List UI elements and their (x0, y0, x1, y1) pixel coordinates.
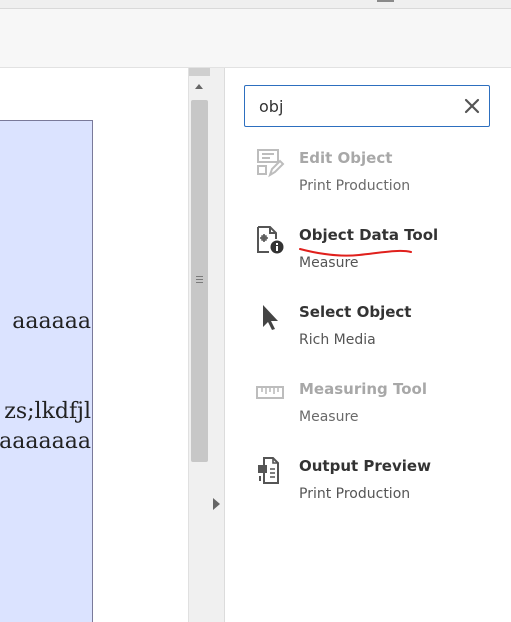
result-title: Select Object (299, 303, 412, 321)
document-text-line: aaaaaa (12, 309, 91, 334)
panel-collapse-strip[interactable] (210, 68, 225, 622)
result-object-data-tool[interactable]: Object Data Tool Measure (225, 225, 511, 295)
vertical-scrollbar[interactable] (188, 68, 212, 622)
result-measuring-tool[interactable]: Measuring Tool Measure (225, 379, 511, 449)
result-category: Measure (299, 409, 359, 425)
result-category: Measure (299, 255, 359, 271)
document-text-box[interactable]: aaaaaa zs;lkdfjl aaaaaaa (0, 120, 93, 622)
scroll-up-arrow-icon[interactable] (195, 84, 203, 89)
result-title: Edit Object (299, 149, 393, 167)
scrollbar-top-cap (189, 68, 211, 76)
search-input[interactable] (259, 95, 449, 117)
toolbar (0, 9, 511, 68)
search-box[interactable] (244, 85, 490, 127)
document-view[interactable]: aaaaaa zs;lkdfjl aaaaaaa (0, 68, 188, 622)
document-text-line: zs;lkdfjl (4, 399, 91, 424)
close-icon[interactable] (463, 97, 481, 115)
tools-search-panel: Edit Object Print Production Object Data… (225, 68, 511, 622)
scrollbar-grip-icon (196, 276, 203, 284)
output-preview-icon (255, 456, 285, 486)
result-title: Output Preview (299, 457, 431, 475)
scrollbar-thumb[interactable] (191, 100, 208, 462)
window-handle (377, 0, 394, 2)
result-title: Object Data Tool (299, 226, 439, 244)
result-output-preview[interactable]: Output Preview Print Production (225, 456, 511, 526)
result-select-object[interactable]: Select Object Rich Media (225, 302, 511, 372)
select-object-icon (255, 302, 285, 332)
edit-object-icon (255, 148, 285, 178)
collapse-arrow-icon[interactable] (213, 498, 220, 510)
result-category: Print Production (299, 486, 411, 502)
result-category: Print Production (299, 178, 411, 194)
window-top-bar (0, 0, 511, 9)
object-data-tool-icon (255, 225, 285, 255)
result-title: Measuring Tool (299, 380, 427, 398)
document-text-line: aaaaaaa (0, 429, 91, 454)
result-edit-object[interactable]: Edit Object Print Production (225, 148, 511, 218)
result-category: Rich Media (299, 332, 376, 348)
measuring-tool-icon (255, 379, 285, 409)
